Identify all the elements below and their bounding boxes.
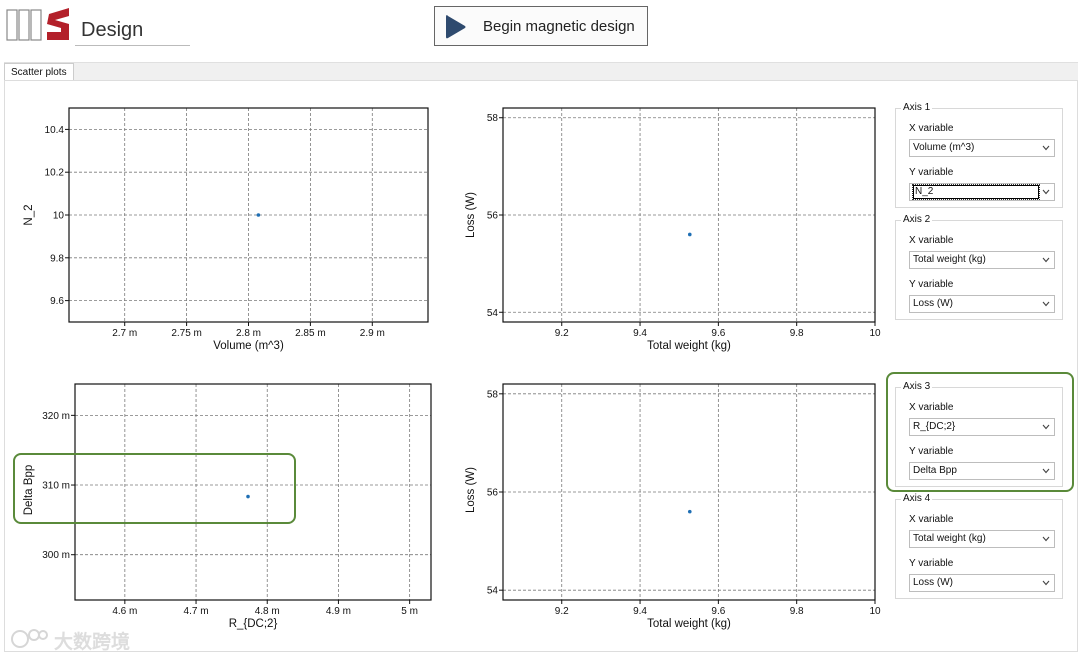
plot1-data-point [256,213,261,217]
x-variable-select[interactable]: Volume (m^3) [909,139,1055,157]
x-variable-select[interactable]: Total weight (kg) [909,530,1055,548]
plot1-y-tick-label: 10.2 [45,168,65,179]
plot1-y-axis-label: N_2 [23,204,35,225]
x-variable-label: X variable [909,514,954,525]
plot4-x-tick-label: 9.2 [555,606,569,617]
plot4-x-axis-label: Total weight (kg) [647,618,731,630]
y-variable-label: Y variable [909,279,954,290]
plot4-y-tick-label: 56 [487,488,499,499]
x-variable-value: Total weight (kg) [913,254,986,265]
plot2-y-tick-label: 56 [487,211,499,222]
axis-2-group: Axis 2 X variable Total weight (kg) Y varia… [895,214,1063,320]
chevron-down-icon [1042,301,1050,307]
highlight-delta-bpp-axis [13,453,296,524]
axis-1-group: Axis 1 X variable Volume (m^3) Y variable N_… [895,102,1063,208]
plot3-y-tick-label: 320 m [42,411,70,422]
y-variable-value: Loss (W) [913,577,953,588]
plot3-x-tick-label: 4.8 m [255,606,280,617]
chevron-down-icon [1042,257,1050,263]
plot2-x-tick-label: 10 [869,328,881,339]
y-variable-value: N_2 [912,184,1040,200]
plot1-x-axis-label: Volume (m^3) [213,340,284,352]
plot4-y-tick-label: 54 [487,586,499,597]
plot3-x-tick-label: 4.6 m [112,606,137,617]
axis-group-title: Axis 4 [901,493,933,504]
plot1-x-tick-label: 2.75 m [171,328,202,339]
plot3-x-tick-label: 5 m [401,606,418,617]
plot2-y-tick-label: 54 [487,308,499,319]
plot1-y-tick-label: 10 [53,211,65,222]
axis-4-group: Axis 4 X variable Total weight (kg) Y varia… [895,493,1063,599]
plot2-y-tick-label: 58 [487,113,499,124]
plot3-y-tick-label: 300 m [42,550,70,561]
y-variable-value: Loss (W) [913,298,953,309]
plot2-data-point [687,232,692,237]
y-variable-label: Y variable [909,558,954,569]
plot2-x-axis-label: Total weight (kg) [647,340,731,352]
x-variable-label: X variable [909,235,954,246]
y-variable-label: Y variable [909,167,954,178]
y-variable-select[interactable]: Loss (W) [909,574,1055,592]
plot1-x-tick-label: 2.8 m [236,328,261,339]
plot3-x-tick-label: 4.7 m [184,606,209,617]
chevron-down-icon [1042,189,1050,195]
plot1-x-tick-label: 2.85 m [295,328,326,339]
highlight-axis-3-group [886,372,1074,492]
x-variable-value: Total weight (kg) [913,533,986,544]
axis-group-title: Axis 2 [901,214,933,225]
plot2-x-tick-label: 9.2 [555,328,569,339]
chevron-down-icon [1042,145,1050,151]
plot4-x-tick-label: 9.6 [711,606,725,617]
y-variable-select[interactable]: N_2 [909,183,1055,201]
plot2-x-tick-label: 9.8 [790,328,804,339]
plot4-y-axis-label: Loss (W) [465,467,477,513]
plot4-x-tick-label: 10 [869,606,881,617]
plot3-x-tick-label: 4.9 m [326,606,351,617]
plot4-y-tick-label: 58 [487,389,499,400]
plot2-x-tick-label: 9.6 [711,328,725,339]
y-variable-select[interactable]: Loss (W) [909,295,1055,313]
x-variable-select[interactable]: Total weight (kg) [909,251,1055,269]
plot1-y-tick-label: 9.8 [50,253,64,264]
plot4-data-point [687,509,692,514]
watermark: 大数跨境 [10,625,145,653]
chevron-down-icon [1042,580,1050,586]
chevron-down-icon [1042,536,1050,542]
x-variable-value: Volume (m^3) [913,142,975,153]
plot3-x-axis-label: R_{DC;2} [229,618,278,630]
plot1-y-tick-label: 9.6 [50,296,64,307]
plot1-y-tick-label: 10.4 [45,125,65,136]
plot2-y-axis-label: Loss (W) [465,192,477,238]
watermark-text: 大数跨境 [54,631,131,653]
plot1-x-tick-label: 2.9 m [360,328,385,339]
axis-group-title: Axis 1 [901,102,933,113]
plot1-x-tick-label: 2.7 m [112,328,137,339]
plot4-x-tick-label: 9.8 [790,606,804,617]
plot2-x-tick-label: 9.4 [633,328,647,339]
x-variable-label: X variable [909,123,954,134]
watermark-logo-icon [11,629,48,648]
plot4-x-tick-label: 9.4 [633,606,647,617]
